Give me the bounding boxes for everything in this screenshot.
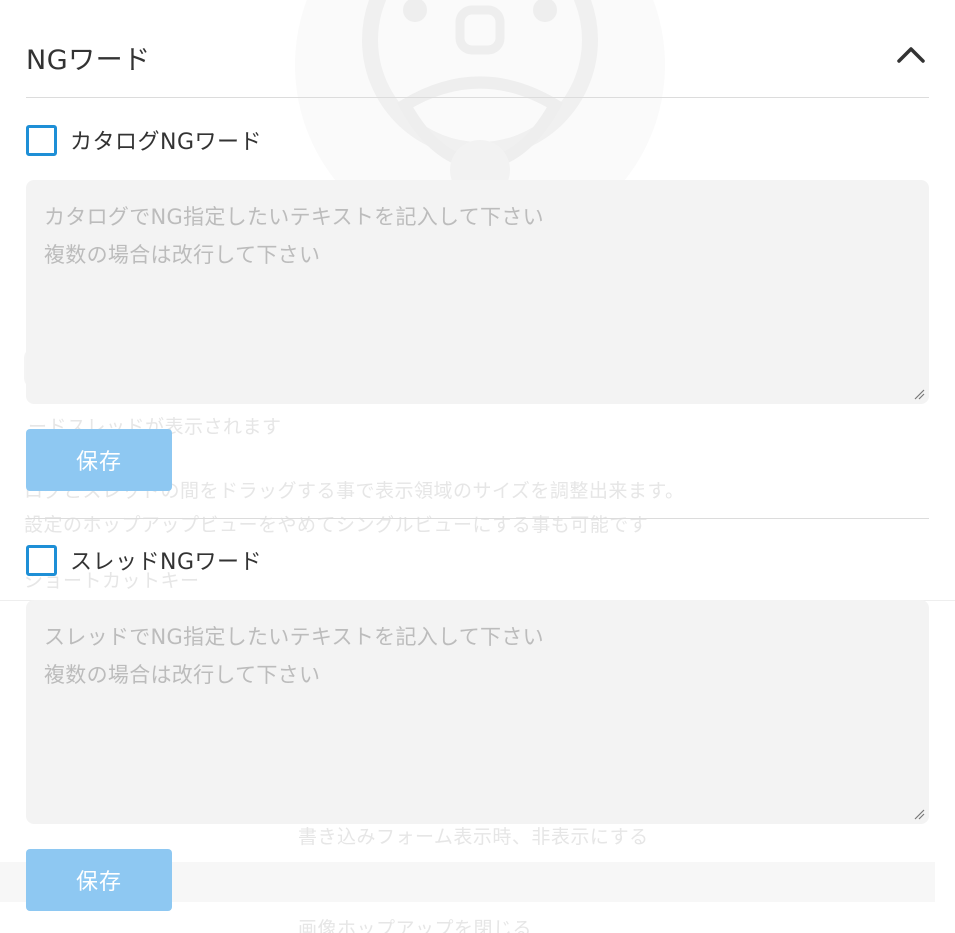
catalog-ng-checkbox[interactable]: [26, 124, 57, 156]
catalog-ng-textarea-wrap: [26, 180, 929, 404]
section-title: NGワード: [26, 45, 151, 76]
ng-word-settings-page: ードスレッドが表示されます ログとスレッドの間をドラッグする事で表示領域のサイズ…: [0, 0, 955, 933]
thread-ng-checkbox[interactable]: [26, 544, 57, 576]
background-text: 設定のホップアップビューをやめてシングルビューにする事も可能です: [24, 514, 649, 536]
chevron-up-icon: [897, 47, 925, 63]
resize-grip-icon[interactable]: [914, 389, 925, 400]
thread-ng-textarea-wrap: [26, 600, 929, 824]
collapse-button[interactable]: [893, 36, 929, 72]
section-header: NGワード: [26, 30, 929, 98]
section-divider: [26, 518, 929, 519]
resize-grip-icon[interactable]: [914, 809, 925, 820]
catalog-ng-label: カタログNGワード: [70, 130, 263, 155]
catalog-ng-textarea[interactable]: [26, 180, 929, 404]
background-text: 書き込みフォーム表示時、非表示にする: [298, 826, 649, 848]
background-text: 画像ホップアップを閉じる: [298, 918, 533, 933]
thread-ng-checkbox-row[interactable]: スレッドNGワード: [26, 544, 262, 576]
thread-ng-textarea[interactable]: [26, 600, 929, 824]
catalog-ng-checkbox-row[interactable]: カタログNGワード: [26, 124, 262, 156]
thread-save-button[interactable]: 保存: [26, 849, 172, 911]
catalog-save-button[interactable]: 保存: [26, 429, 172, 491]
thread-ng-label: スレッドNGワード: [70, 550, 263, 575]
